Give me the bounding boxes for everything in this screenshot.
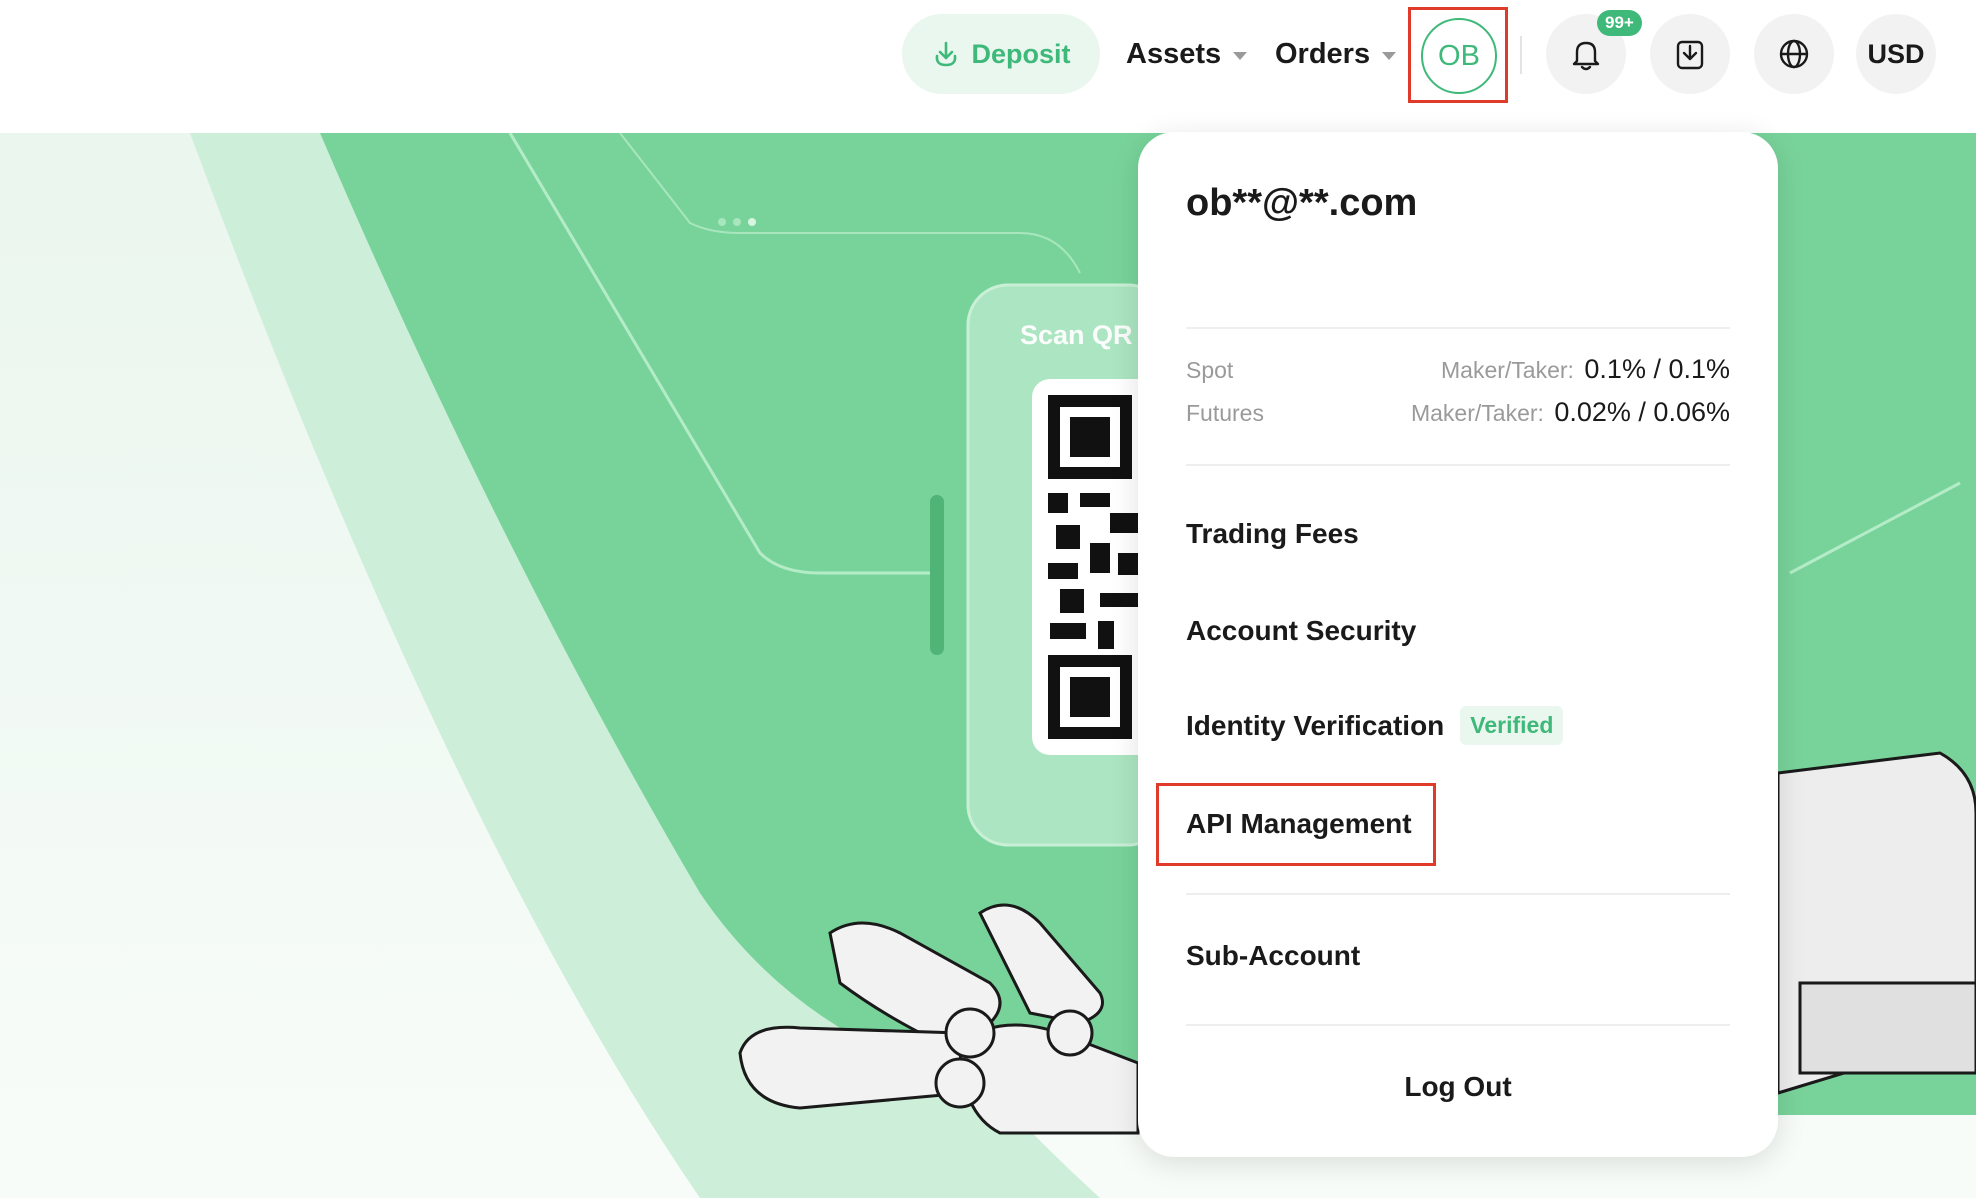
- orders-label: Orders: [1275, 37, 1371, 70]
- spot-fee-prefix: Maker/Taker:: [1441, 357, 1574, 383]
- futures-fee-prefix: Maker/Taker:: [1410, 400, 1544, 426]
- download-app-button[interactable]: [1650, 14, 1730, 94]
- spot-fee-value: 0.1% / 0.1%: [1584, 354, 1730, 384]
- avatar-highlight: OB: [1408, 7, 1508, 103]
- deposit-label: Deposit: [971, 38, 1071, 69]
- sub-account-link[interactable]: Sub-Account: [1186, 940, 1360, 972]
- language-button[interactable]: [1754, 14, 1834, 94]
- avatar-button[interactable]: OB: [1421, 18, 1497, 94]
- assets-menu[interactable]: Assets: [1126, 30, 1248, 78]
- menu-divider: [1186, 327, 1730, 329]
- top-navigation-bar: Deposit Assets Orders OB 99+ USD: [0, 0, 1976, 133]
- futures-fee-label: Futures: [1186, 400, 1264, 426]
- scan-qr-label: Scan QR: [1020, 320, 1133, 350]
- menu-divider: [1186, 893, 1730, 895]
- account-dropdown-menu: ob**@**.com Spot Maker/Taker: 0.1% / 0.1…: [1138, 132, 1778, 1157]
- futures-fee-value: 0.02% / 0.06%: [1554, 397, 1730, 427]
- currency-button[interactable]: USD: [1856, 14, 1936, 94]
- menu-divider: [1186, 1024, 1730, 1026]
- spot-fee-label: Spot: [1186, 357, 1234, 383]
- bell-icon: [1572, 41, 1600, 71]
- futures-fee-row: Futures Maker/Taker: 0.02% / 0.06%: [1186, 397, 1730, 428]
- caret-down-icon: [1233, 52, 1248, 60]
- menu-divider: [1186, 464, 1730, 466]
- download-tray-icon: [1676, 40, 1704, 70]
- identity-verification-link[interactable]: Identity Verification Verified: [1186, 706, 1564, 745]
- account-security-link[interactable]: Account Security: [1186, 615, 1416, 647]
- notification-count-badge: 99+: [1597, 10, 1642, 36]
- caret-down-icon: [1382, 52, 1397, 60]
- verified-badge: Verified: [1460, 706, 1564, 745]
- orders-menu[interactable]: Orders: [1275, 30, 1397, 78]
- trading-fees-link[interactable]: Trading Fees: [1186, 518, 1359, 550]
- spot-fee-row: Spot Maker/Taker: 0.1% / 0.1%: [1186, 354, 1730, 385]
- api-management-link[interactable]: API Management: [1186, 808, 1412, 840]
- identity-verification-label: Identity Verification: [1186, 709, 1445, 741]
- log-out-button[interactable]: Log Out: [1138, 1071, 1778, 1103]
- account-email: ob**@**.com: [1186, 182, 1418, 224]
- assets-label: Assets: [1126, 37, 1222, 70]
- download-arrow-icon: [936, 41, 957, 67]
- nav-divider: [1520, 36, 1522, 74]
- globe-icon: [1779, 39, 1809, 69]
- deposit-button[interactable]: Deposit: [902, 14, 1100, 94]
